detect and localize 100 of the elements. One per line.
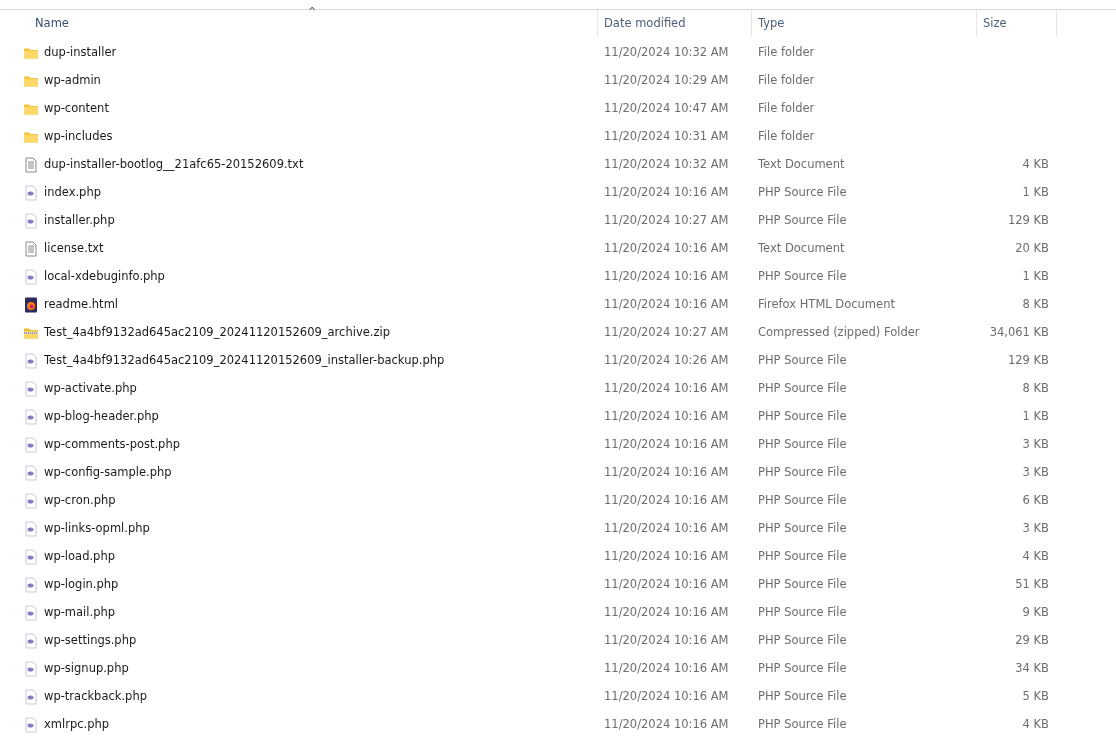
file-size: 4 KB xyxy=(1022,717,1049,732)
date-modified: 11/20/2024 10:27 AM xyxy=(604,213,729,228)
file-name[interactable]: dup-installer-bootlog__21afc65-20152609.txt xyxy=(44,156,304,174)
file-type: PHP Source File xyxy=(758,409,847,424)
file-name[interactable]: wp-blog-header.php xyxy=(44,408,159,426)
file-type: PHP Source File xyxy=(758,493,847,508)
document-icon xyxy=(23,241,39,257)
column-header[interactable]: Size xyxy=(977,10,1057,36)
file-name[interactable]: Test_4a4bf9132ad645ac2109_20241120152609_installer-backup.php xyxy=(44,352,445,370)
file-name[interactable]: wp-links-opml.php xyxy=(44,520,150,538)
date-modified: 11/20/2024 10:29 AM xyxy=(604,73,729,88)
file-type: File folder xyxy=(758,45,815,60)
php-file-icon xyxy=(23,437,39,453)
file-name[interactable]: wp-config-sample.php xyxy=(44,464,172,482)
document-icon xyxy=(23,157,39,173)
date-modified: 11/20/2024 10:27 AM xyxy=(604,325,729,340)
file-name[interactable]: license.txt xyxy=(44,240,104,258)
column-header[interactable]: Name xyxy=(0,10,598,36)
date-modified: 11/20/2024 10:16 AM xyxy=(604,297,729,312)
date-modified: 11/20/2024 10:16 AM xyxy=(604,185,729,200)
file-type: Firefox HTML Document xyxy=(758,297,895,312)
file-size: 3 KB xyxy=(1022,437,1049,452)
file-size: 8 KB xyxy=(1022,381,1049,396)
column-header[interactable]: Date modified xyxy=(598,10,752,36)
date-modified: 11/20/2024 10:16 AM xyxy=(604,717,729,732)
date-modified: 11/20/2024 10:31 AM xyxy=(604,129,729,144)
date-modified: 11/20/2024 10:16 AM xyxy=(604,521,729,536)
php-file-icon xyxy=(23,213,39,229)
file-type: Compressed (zipped) Folder xyxy=(758,325,920,340)
file-size: 129 KB xyxy=(1007,213,1049,228)
date-modified: 11/20/2024 10:16 AM xyxy=(604,549,729,564)
php-file-icon xyxy=(23,269,39,285)
php-file-icon xyxy=(23,409,39,425)
date-modified: 11/20/2024 10:32 AM xyxy=(604,157,729,172)
file-name[interactable]: wp-cron.php xyxy=(44,492,116,510)
file-size: 1 KB xyxy=(1022,269,1049,284)
file-type: Text Document xyxy=(758,241,845,256)
file-name[interactable]: wp-login.php xyxy=(44,576,119,594)
php-file-icon xyxy=(23,605,39,621)
date-modified: 11/20/2024 10:16 AM xyxy=(604,269,729,284)
date-modified: 11/20/2024 10:16 AM xyxy=(604,409,729,424)
file-type: PHP Source File xyxy=(758,269,847,284)
file-type: PHP Source File xyxy=(758,633,847,648)
php-file-icon xyxy=(23,717,39,733)
file-type: PHP Source File xyxy=(758,577,847,592)
php-file-icon xyxy=(23,577,39,593)
php-file-icon xyxy=(23,689,39,705)
php-file-icon xyxy=(23,633,39,649)
file-type: PHP Source File xyxy=(758,689,847,704)
php-file-icon xyxy=(23,493,39,509)
file-size: 4 KB xyxy=(1022,157,1049,172)
php-file-icon xyxy=(23,661,39,677)
file-size: 6 KB xyxy=(1022,493,1049,508)
file-name[interactable]: index.php xyxy=(44,184,101,202)
column-header[interactable]: Type xyxy=(752,10,977,36)
date-modified: 11/20/2024 10:16 AM xyxy=(604,381,729,396)
file-name[interactable]: wp-mail.php xyxy=(44,604,116,622)
file-name[interactable]: wp-content xyxy=(44,100,109,118)
date-modified: 11/20/2024 10:16 AM xyxy=(604,689,729,704)
file-type: File folder xyxy=(758,73,815,88)
file-name[interactable]: wp-admin xyxy=(44,72,101,90)
php-file-icon xyxy=(23,465,39,481)
file-size: 4 KB xyxy=(1022,549,1049,564)
file-size: 3 KB xyxy=(1022,465,1049,480)
file-name[interactable]: wp-includes xyxy=(44,128,113,146)
file-name[interactable]: readme.html xyxy=(44,296,119,314)
file-name[interactable]: wp-load.php xyxy=(44,548,115,566)
file-name[interactable]: installer.php xyxy=(44,212,115,230)
file-size: 29 KB xyxy=(1015,633,1049,648)
file-size: 1 KB xyxy=(1022,185,1049,200)
file-size: 20 KB xyxy=(1015,241,1049,256)
date-modified: 11/20/2024 10:16 AM xyxy=(604,633,729,648)
php-file-icon xyxy=(23,549,39,565)
file-name[interactable]: wp-signup.php xyxy=(44,660,129,678)
date-modified: 11/20/2024 10:16 AM xyxy=(604,661,729,676)
file-name[interactable]: wp-comments-post.php xyxy=(44,436,180,454)
file-type: Text Document xyxy=(758,157,845,172)
file-type: PHP Source File xyxy=(758,661,847,676)
php-file-icon xyxy=(23,521,39,537)
file-type: PHP Source File xyxy=(758,213,847,228)
file-name[interactable]: wp-trackback.php xyxy=(44,688,147,706)
file-name[interactable]: xmlrpc.php xyxy=(44,716,110,734)
file-name[interactable]: Test_4a4bf9132ad645ac2109_20241120152609_archive.zip xyxy=(44,324,390,342)
file-size: 1 KB xyxy=(1022,409,1049,424)
date-modified: 11/20/2024 10:16 AM xyxy=(604,493,729,508)
file-type: PHP Source File xyxy=(758,185,847,200)
file-name[interactable]: dup-installer xyxy=(44,44,117,62)
file-name[interactable]: wp-settings.php xyxy=(44,632,137,650)
file-size: 34 KB xyxy=(1015,661,1049,676)
php-file-icon xyxy=(23,185,39,201)
file-type: PHP Source File xyxy=(758,465,847,480)
date-modified: 11/20/2024 10:47 AM xyxy=(604,101,729,116)
file-size: 8 KB xyxy=(1022,297,1049,312)
file-size: 9 KB xyxy=(1022,605,1049,620)
php-file-icon xyxy=(23,381,39,397)
file-name[interactable]: local-xdebuginfo.php xyxy=(44,268,165,286)
file-size: 51 KB xyxy=(1015,577,1049,592)
file-name[interactable]: wp-activate.php xyxy=(44,380,137,398)
file-size: 34,061 KB xyxy=(989,325,1049,340)
file-type: PHP Source File xyxy=(758,353,847,368)
